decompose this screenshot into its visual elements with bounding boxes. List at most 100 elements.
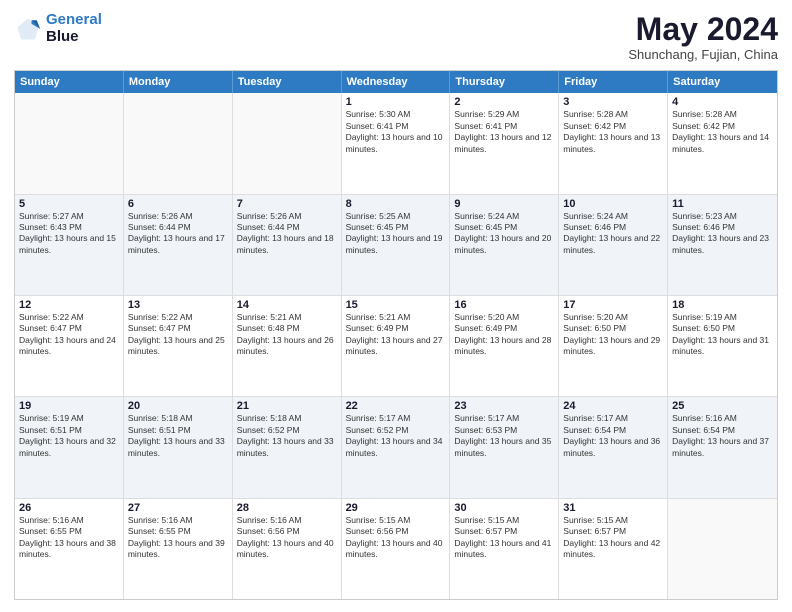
calendar-cell: 11Sunrise: 5:23 AM Sunset: 6:46 PM Dayli… bbox=[668, 195, 777, 295]
calendar-cell: 23Sunrise: 5:17 AM Sunset: 6:53 PM Dayli… bbox=[450, 397, 559, 497]
day-of-week-header: Monday bbox=[124, 71, 233, 93]
day-number: 22 bbox=[346, 400, 446, 412]
day-number: 3 bbox=[563, 96, 663, 108]
calendar-cell: 28Sunrise: 5:16 AM Sunset: 6:56 PM Dayli… bbox=[233, 499, 342, 599]
cell-detail: Sunrise: 5:25 AM Sunset: 6:45 PM Dayligh… bbox=[346, 211, 446, 257]
day-number: 9 bbox=[454, 198, 554, 210]
cell-detail: Sunrise: 5:26 AM Sunset: 6:44 PM Dayligh… bbox=[128, 211, 228, 257]
day-number: 20 bbox=[128, 400, 228, 412]
cell-detail: Sunrise: 5:20 AM Sunset: 6:50 PM Dayligh… bbox=[563, 312, 663, 358]
day-number: 29 bbox=[346, 502, 446, 514]
calendar-cell: 1Sunrise: 5:30 AM Sunset: 6:41 PM Daylig… bbox=[342, 93, 451, 193]
main-title: May 2024 bbox=[628, 12, 778, 47]
day-number: 14 bbox=[237, 299, 337, 311]
calendar-cell: 6Sunrise: 5:26 AM Sunset: 6:44 PM Daylig… bbox=[124, 195, 233, 295]
calendar-cell: 25Sunrise: 5:16 AM Sunset: 6:54 PM Dayli… bbox=[668, 397, 777, 497]
calendar-cell: 8Sunrise: 5:25 AM Sunset: 6:45 PM Daylig… bbox=[342, 195, 451, 295]
cell-detail: Sunrise: 5:29 AM Sunset: 6:41 PM Dayligh… bbox=[454, 109, 554, 155]
empty-cell bbox=[124, 93, 233, 193]
cell-detail: Sunrise: 5:24 AM Sunset: 6:45 PM Dayligh… bbox=[454, 211, 554, 257]
subtitle: Shunchang, Fujian, China bbox=[628, 47, 778, 62]
cell-detail: Sunrise: 5:30 AM Sunset: 6:41 PM Dayligh… bbox=[346, 109, 446, 155]
calendar-cell: 29Sunrise: 5:15 AM Sunset: 6:56 PM Dayli… bbox=[342, 499, 451, 599]
calendar-cell: 16Sunrise: 5:20 AM Sunset: 6:49 PM Dayli… bbox=[450, 296, 559, 396]
day-number: 6 bbox=[128, 198, 228, 210]
calendar-header: SundayMondayTuesdayWednesdayThursdayFrid… bbox=[15, 71, 777, 93]
calendar-cell: 17Sunrise: 5:20 AM Sunset: 6:50 PM Dayli… bbox=[559, 296, 668, 396]
day-of-week-header: Thursday bbox=[450, 71, 559, 93]
calendar-cell: 18Sunrise: 5:19 AM Sunset: 6:50 PM Dayli… bbox=[668, 296, 777, 396]
calendar-cell: 26Sunrise: 5:16 AM Sunset: 6:55 PM Dayli… bbox=[15, 499, 124, 599]
day-number: 2 bbox=[454, 96, 554, 108]
day-number: 31 bbox=[563, 502, 663, 514]
cell-detail: Sunrise: 5:28 AM Sunset: 6:42 PM Dayligh… bbox=[672, 109, 773, 155]
calendar-cell: 10Sunrise: 5:24 AM Sunset: 6:46 PM Dayli… bbox=[559, 195, 668, 295]
logo-text: General Blue bbox=[46, 12, 102, 45]
day-number: 5 bbox=[19, 198, 119, 210]
calendar-cell: 3Sunrise: 5:28 AM Sunset: 6:42 PM Daylig… bbox=[559, 93, 668, 193]
empty-cell bbox=[233, 93, 342, 193]
page: General Blue May 2024 Shunchang, Fujian,… bbox=[0, 0, 792, 612]
calendar-row: 12Sunrise: 5:22 AM Sunset: 6:47 PM Dayli… bbox=[15, 296, 777, 397]
day-number: 1 bbox=[346, 96, 446, 108]
logo: General Blue bbox=[14, 12, 102, 45]
calendar-row: 26Sunrise: 5:16 AM Sunset: 6:55 PM Dayli… bbox=[15, 499, 777, 599]
calendar-cell: 30Sunrise: 5:15 AM Sunset: 6:57 PM Dayli… bbox=[450, 499, 559, 599]
calendar-cell: 14Sunrise: 5:21 AM Sunset: 6:48 PM Dayli… bbox=[233, 296, 342, 396]
calendar-cell: 20Sunrise: 5:18 AM Sunset: 6:51 PM Dayli… bbox=[124, 397, 233, 497]
calendar-cell: 12Sunrise: 5:22 AM Sunset: 6:47 PM Dayli… bbox=[15, 296, 124, 396]
cell-detail: Sunrise: 5:20 AM Sunset: 6:49 PM Dayligh… bbox=[454, 312, 554, 358]
day-number: 24 bbox=[563, 400, 663, 412]
header: General Blue May 2024 Shunchang, Fujian,… bbox=[14, 12, 778, 62]
day-number: 7 bbox=[237, 198, 337, 210]
day-number: 11 bbox=[672, 198, 773, 210]
cell-detail: Sunrise: 5:18 AM Sunset: 6:52 PM Dayligh… bbox=[237, 413, 337, 459]
cell-detail: Sunrise: 5:28 AM Sunset: 6:42 PM Dayligh… bbox=[563, 109, 663, 155]
day-number: 17 bbox=[563, 299, 663, 311]
calendar-cell: 19Sunrise: 5:19 AM Sunset: 6:51 PM Dayli… bbox=[15, 397, 124, 497]
day-number: 27 bbox=[128, 502, 228, 514]
cell-detail: Sunrise: 5:22 AM Sunset: 6:47 PM Dayligh… bbox=[19, 312, 119, 358]
logo-icon bbox=[14, 15, 42, 43]
calendar-cell: 7Sunrise: 5:26 AM Sunset: 6:44 PM Daylig… bbox=[233, 195, 342, 295]
cell-detail: Sunrise: 5:26 AM Sunset: 6:44 PM Dayligh… bbox=[237, 211, 337, 257]
calendar-body: 1Sunrise: 5:30 AM Sunset: 6:41 PM Daylig… bbox=[15, 93, 777, 599]
cell-detail: Sunrise: 5:15 AM Sunset: 6:57 PM Dayligh… bbox=[563, 515, 663, 561]
calendar-cell: 9Sunrise: 5:24 AM Sunset: 6:45 PM Daylig… bbox=[450, 195, 559, 295]
day-number: 12 bbox=[19, 299, 119, 311]
day-of-week-header: Friday bbox=[559, 71, 668, 93]
calendar-cell: 2Sunrise: 5:29 AM Sunset: 6:41 PM Daylig… bbox=[450, 93, 559, 193]
cell-detail: Sunrise: 5:17 AM Sunset: 6:54 PM Dayligh… bbox=[563, 413, 663, 459]
cell-detail: Sunrise: 5:21 AM Sunset: 6:48 PM Dayligh… bbox=[237, 312, 337, 358]
day-number: 16 bbox=[454, 299, 554, 311]
cell-detail: Sunrise: 5:18 AM Sunset: 6:51 PM Dayligh… bbox=[128, 413, 228, 459]
calendar-row: 5Sunrise: 5:27 AM Sunset: 6:43 PM Daylig… bbox=[15, 195, 777, 296]
day-number: 18 bbox=[672, 299, 773, 311]
day-number: 23 bbox=[454, 400, 554, 412]
day-of-week-header: Wednesday bbox=[342, 71, 451, 93]
day-of-week-header: Saturday bbox=[668, 71, 777, 93]
day-number: 8 bbox=[346, 198, 446, 210]
cell-detail: Sunrise: 5:27 AM Sunset: 6:43 PM Dayligh… bbox=[19, 211, 119, 257]
cell-detail: Sunrise: 5:19 AM Sunset: 6:51 PM Dayligh… bbox=[19, 413, 119, 459]
day-of-week-header: Tuesday bbox=[233, 71, 342, 93]
title-block: May 2024 Shunchang, Fujian, China bbox=[628, 12, 778, 62]
calendar-cell: 15Sunrise: 5:21 AM Sunset: 6:49 PM Dayli… bbox=[342, 296, 451, 396]
day-number: 21 bbox=[237, 400, 337, 412]
calendar-cell: 4Sunrise: 5:28 AM Sunset: 6:42 PM Daylig… bbox=[668, 93, 777, 193]
calendar-cell: 5Sunrise: 5:27 AM Sunset: 6:43 PM Daylig… bbox=[15, 195, 124, 295]
cell-detail: Sunrise: 5:16 AM Sunset: 6:55 PM Dayligh… bbox=[128, 515, 228, 561]
calendar-row: 1Sunrise: 5:30 AM Sunset: 6:41 PM Daylig… bbox=[15, 93, 777, 194]
day-number: 28 bbox=[237, 502, 337, 514]
calendar-cell: 13Sunrise: 5:22 AM Sunset: 6:47 PM Dayli… bbox=[124, 296, 233, 396]
cell-detail: Sunrise: 5:22 AM Sunset: 6:47 PM Dayligh… bbox=[128, 312, 228, 358]
calendar-cell: 31Sunrise: 5:15 AM Sunset: 6:57 PM Dayli… bbox=[559, 499, 668, 599]
calendar-cell: 24Sunrise: 5:17 AM Sunset: 6:54 PM Dayli… bbox=[559, 397, 668, 497]
day-number: 26 bbox=[19, 502, 119, 514]
cell-detail: Sunrise: 5:17 AM Sunset: 6:52 PM Dayligh… bbox=[346, 413, 446, 459]
cell-detail: Sunrise: 5:15 AM Sunset: 6:57 PM Dayligh… bbox=[454, 515, 554, 561]
cell-detail: Sunrise: 5:16 AM Sunset: 6:55 PM Dayligh… bbox=[19, 515, 119, 561]
calendar-cell: 27Sunrise: 5:16 AM Sunset: 6:55 PM Dayli… bbox=[124, 499, 233, 599]
day-number: 30 bbox=[454, 502, 554, 514]
cell-detail: Sunrise: 5:21 AM Sunset: 6:49 PM Dayligh… bbox=[346, 312, 446, 358]
